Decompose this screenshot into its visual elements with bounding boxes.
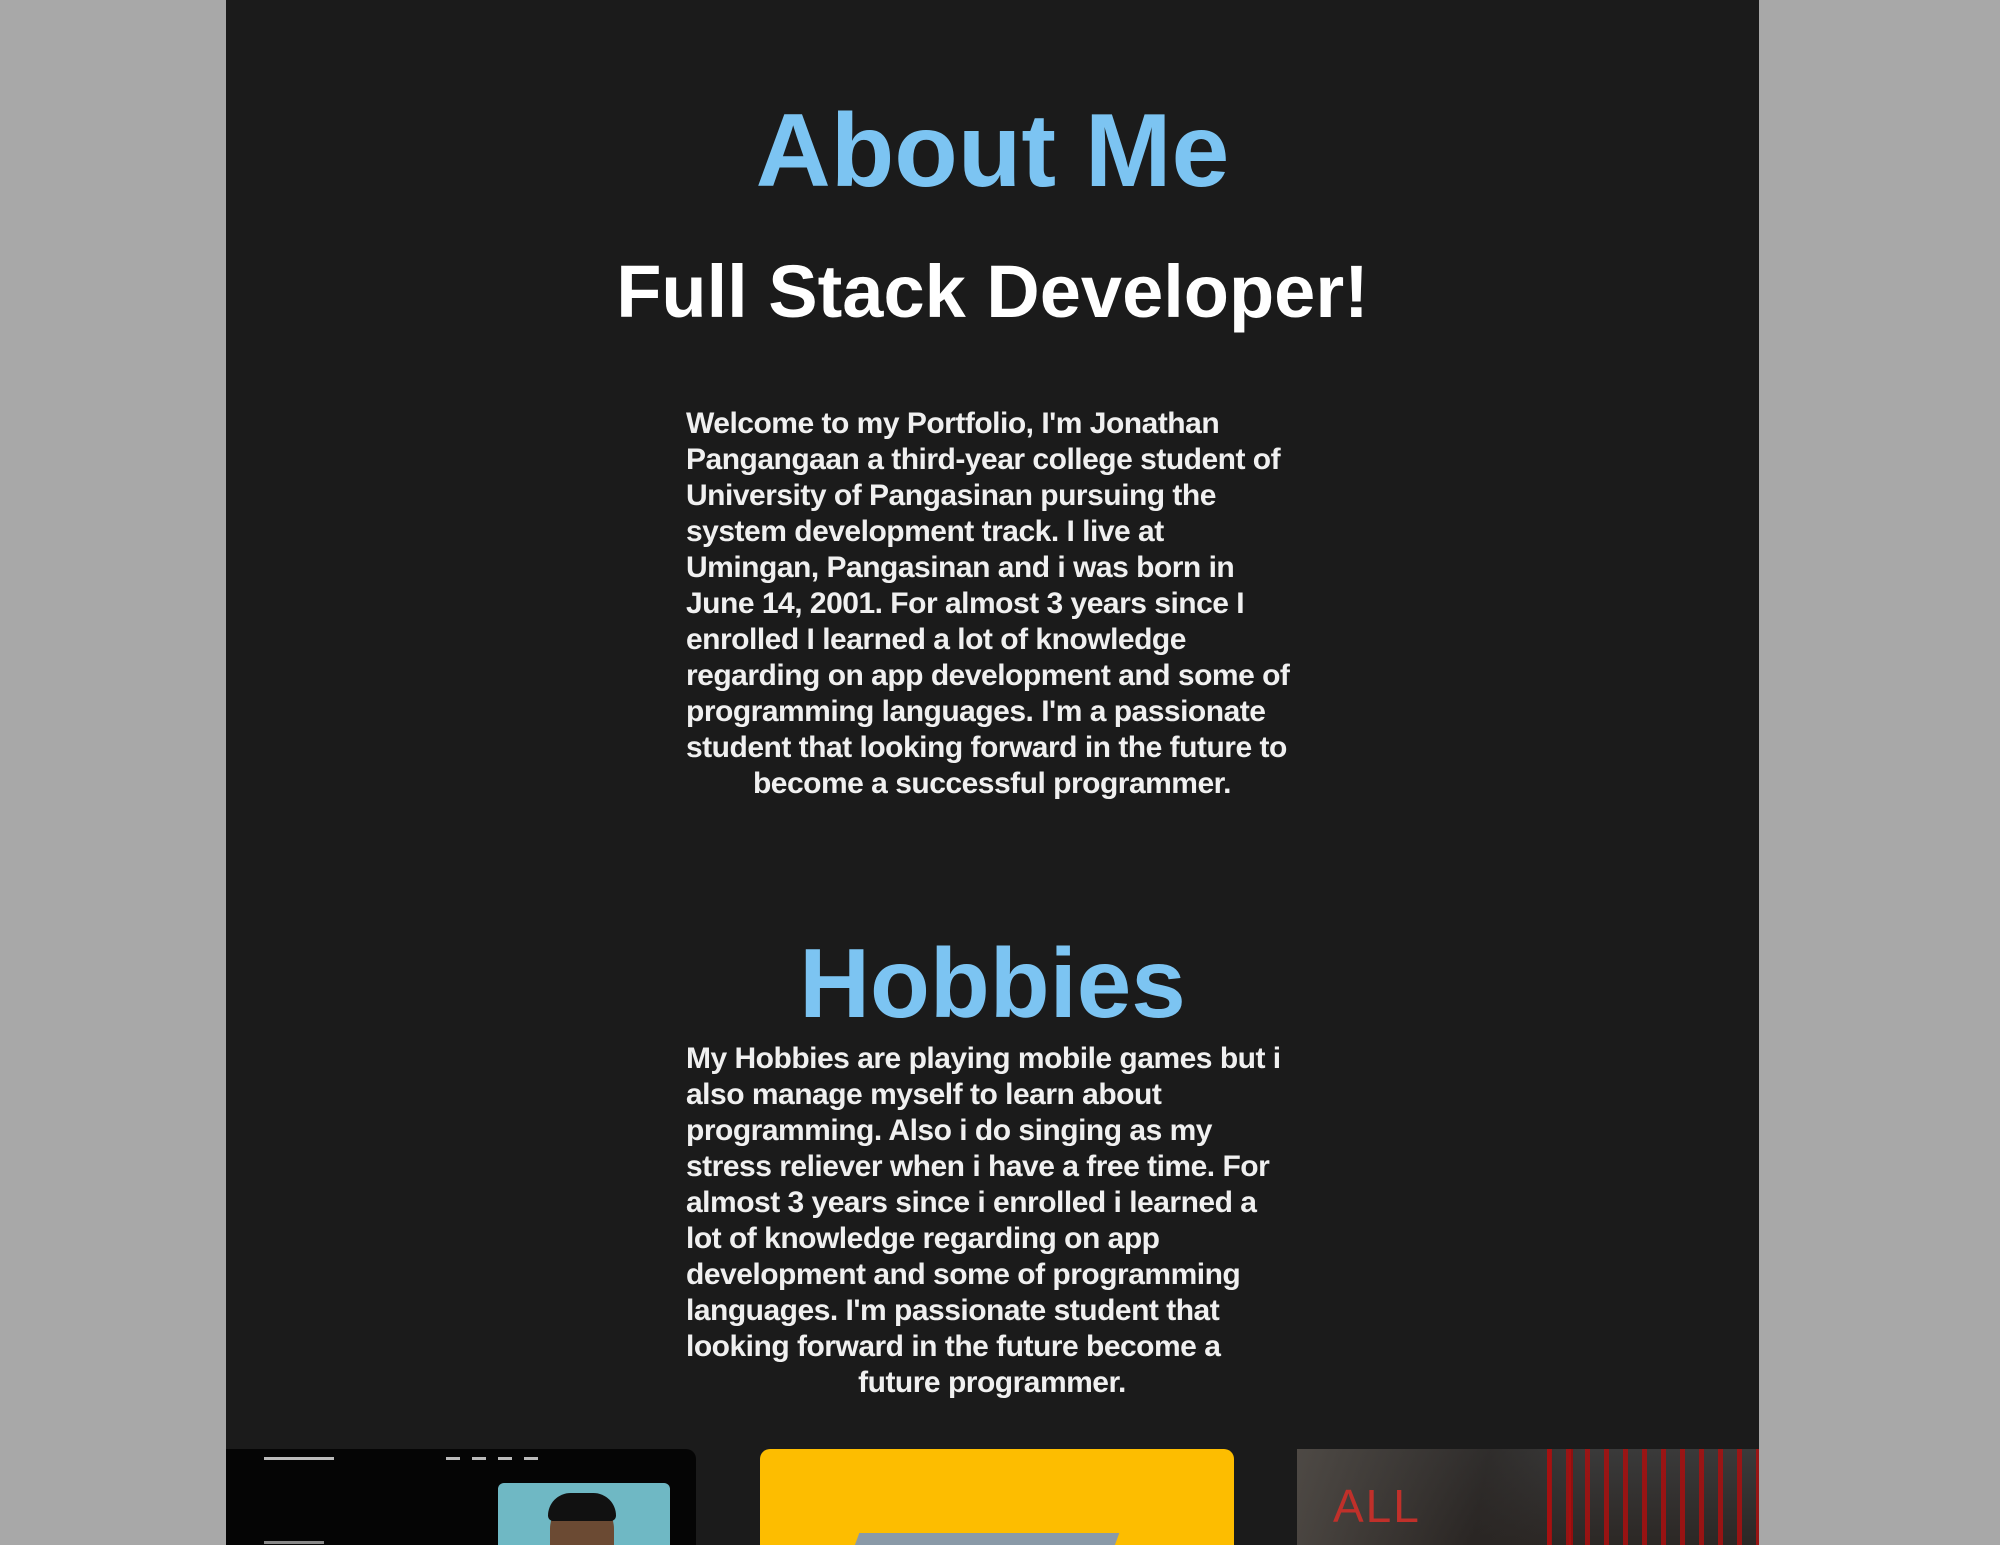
- gallery-thumbnail-yellow[interactable]: [760, 1449, 1234, 1545]
- portfolio-page: About Me Full Stack Developer! Welcome t…: [226, 0, 1759, 1545]
- thumbnail-caption-line: [264, 1541, 324, 1544]
- hobbies-paragraph: My Hobbies are playing mobile games but …: [686, 1042, 1281, 1399]
- person-hair: [548, 1493, 616, 1521]
- thumbnail-label: ALL: [1333, 1480, 1421, 1532]
- device-illustration: [844, 1533, 1120, 1545]
- gallery-thumbnail-game[interactable]: ALL: [1297, 1449, 1759, 1545]
- hobbies-title: Hobbies: [799, 928, 1186, 1038]
- about-title: About Me: [755, 93, 1230, 209]
- about-paragraph: Welcome to my Portfolio, I'm Jonathan Pa…: [686, 407, 1290, 800]
- red-stripes-graphic: [1547, 1449, 1759, 1545]
- gallery-thumbnail-portfolio[interactable]: [226, 1449, 696, 1545]
- profile-photo: [498, 1483, 670, 1545]
- thumbnail-header-text: [264, 1457, 334, 1460]
- thumbnail-nav-links: [446, 1457, 546, 1460]
- role-subtitle: Full Stack Developer!: [616, 250, 1369, 333]
